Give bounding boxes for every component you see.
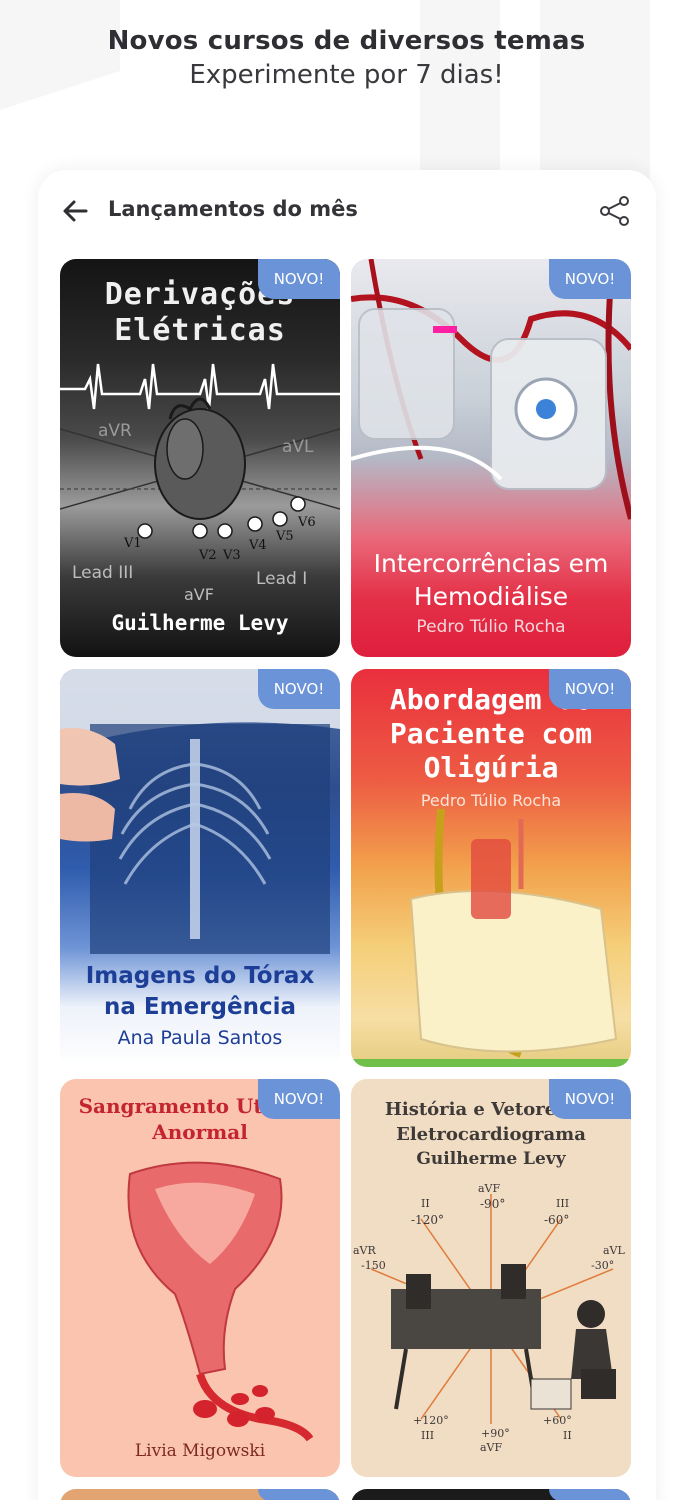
course-card-sangramento-uterino[interactable]: NOVO! Sangramento Uterino Anormal Livia … [60,1079,340,1477]
ecg-label: V6 [298,515,316,530]
new-badge: NOVO! [258,259,340,299]
course-author: Ana Paula Santos [117,1027,283,1049]
course-title-line: Oligúria [423,751,559,784]
course-author: Pedro Túlio Rocha [420,791,562,810]
angle-label: -120° [411,1213,444,1227]
course-title-line: Elétricas [114,313,286,348]
course-card-historia-eletrocardiograma[interactable]: NOVO! História e Vetores do Eletrocardio… [351,1079,631,1477]
angle-label: aVF [480,1441,503,1454]
course-card-partial[interactable] [60,1489,340,1500]
ecg-label: V2 [199,548,217,563]
course-title-line: Imagens do Tórax [85,963,315,989]
ecg-label: V1 [124,536,142,551]
course-author: Pedro Túlio Rocha [416,617,566,637]
ecg-label: Lead III [72,563,134,583]
angle-label: aVL [603,1244,625,1257]
ecg-label: V5 [276,529,294,544]
angle-label: -30° [591,1259,615,1272]
angle-label: aVR [353,1244,376,1257]
ecg-label: Lead I [256,569,308,589]
arrow-left-icon[interactable] [60,196,90,226]
panel-title: Lançamentos do mês [108,197,358,221]
ecg-label: V3 [223,548,241,563]
course-card-abordagem-oliguria[interactable]: NOVO! Abordagem do Paciente com Oligúria… [351,669,631,1067]
angle-label: -150 [361,1259,386,1272]
angle-label: II [563,1429,572,1442]
course-title-line: Paciente com [389,717,593,750]
course-title-line: Intercorrências em [373,549,609,578]
promo-title: Novos cursos de diversos temas [107,26,586,56]
new-badge: NOVO! [549,669,631,709]
new-badge: NOVO! [258,1079,340,1119]
ecg-label: aVF [184,585,214,604]
angle-label: II [421,1197,430,1210]
ecg-label: V4 [249,538,267,553]
new-badge [549,1489,631,1500]
course-title-line: Hemodiálise [413,582,569,611]
angle-label: aVF [478,1182,501,1195]
course-card-partial[interactable] [351,1489,631,1500]
panel-header: Lançamentos do mês [38,170,656,252]
ecg-label: aVR [98,421,132,441]
course-title: Intercorrências em Hemodiálise [351,547,631,613]
course-author: Guilherme Levy [416,1149,566,1169]
angle-label: -60° [544,1213,570,1227]
course-card-intercorrencias-hemodialise[interactable]: NOVO! Intercorrências em Hemodiálise Ped… [351,259,631,657]
angle-label: +120° [413,1414,449,1427]
new-badge: NOVO! [549,259,631,299]
new-courses-panel: Lançamentos do mês NOVO! Derivações Elét… [38,170,656,1500]
promo-subtitle: Experimente por 7 dias! [189,60,504,90]
angle-label: -90° [480,1197,506,1211]
share-icon[interactable] [598,194,632,228]
angle-label: III [421,1429,435,1442]
angle-label: +90° [481,1427,510,1440]
new-badge: NOVO! [258,669,340,709]
angle-label: +60° [543,1414,572,1427]
promo-header: Novos cursos de diversos temas Experimen… [0,26,693,90]
course-author: Livia Migowski [134,1441,266,1461]
new-badge [258,1489,340,1500]
ecg-label: aVL [282,437,314,457]
course-title-line: Eletrocardiograma [396,1124,586,1145]
angle-label: III [556,1197,570,1210]
new-badge: NOVO! [549,1079,631,1119]
course-title-line: na Emergência [104,994,296,1020]
course-card-derivacoes-eletricas[interactable]: NOVO! Derivações Elétricas aVR aVL V1 V2… [60,259,340,657]
course-card-imagens-torax[interactable]: NOVO! Imagens do Tórax na Emergência Ana… [60,669,340,1067]
course-title: Imagens do Tórax na Emergência [60,961,340,1023]
course-author: Guilherme Levy [111,611,289,635]
course-title-line: Anormal [152,1120,248,1144]
